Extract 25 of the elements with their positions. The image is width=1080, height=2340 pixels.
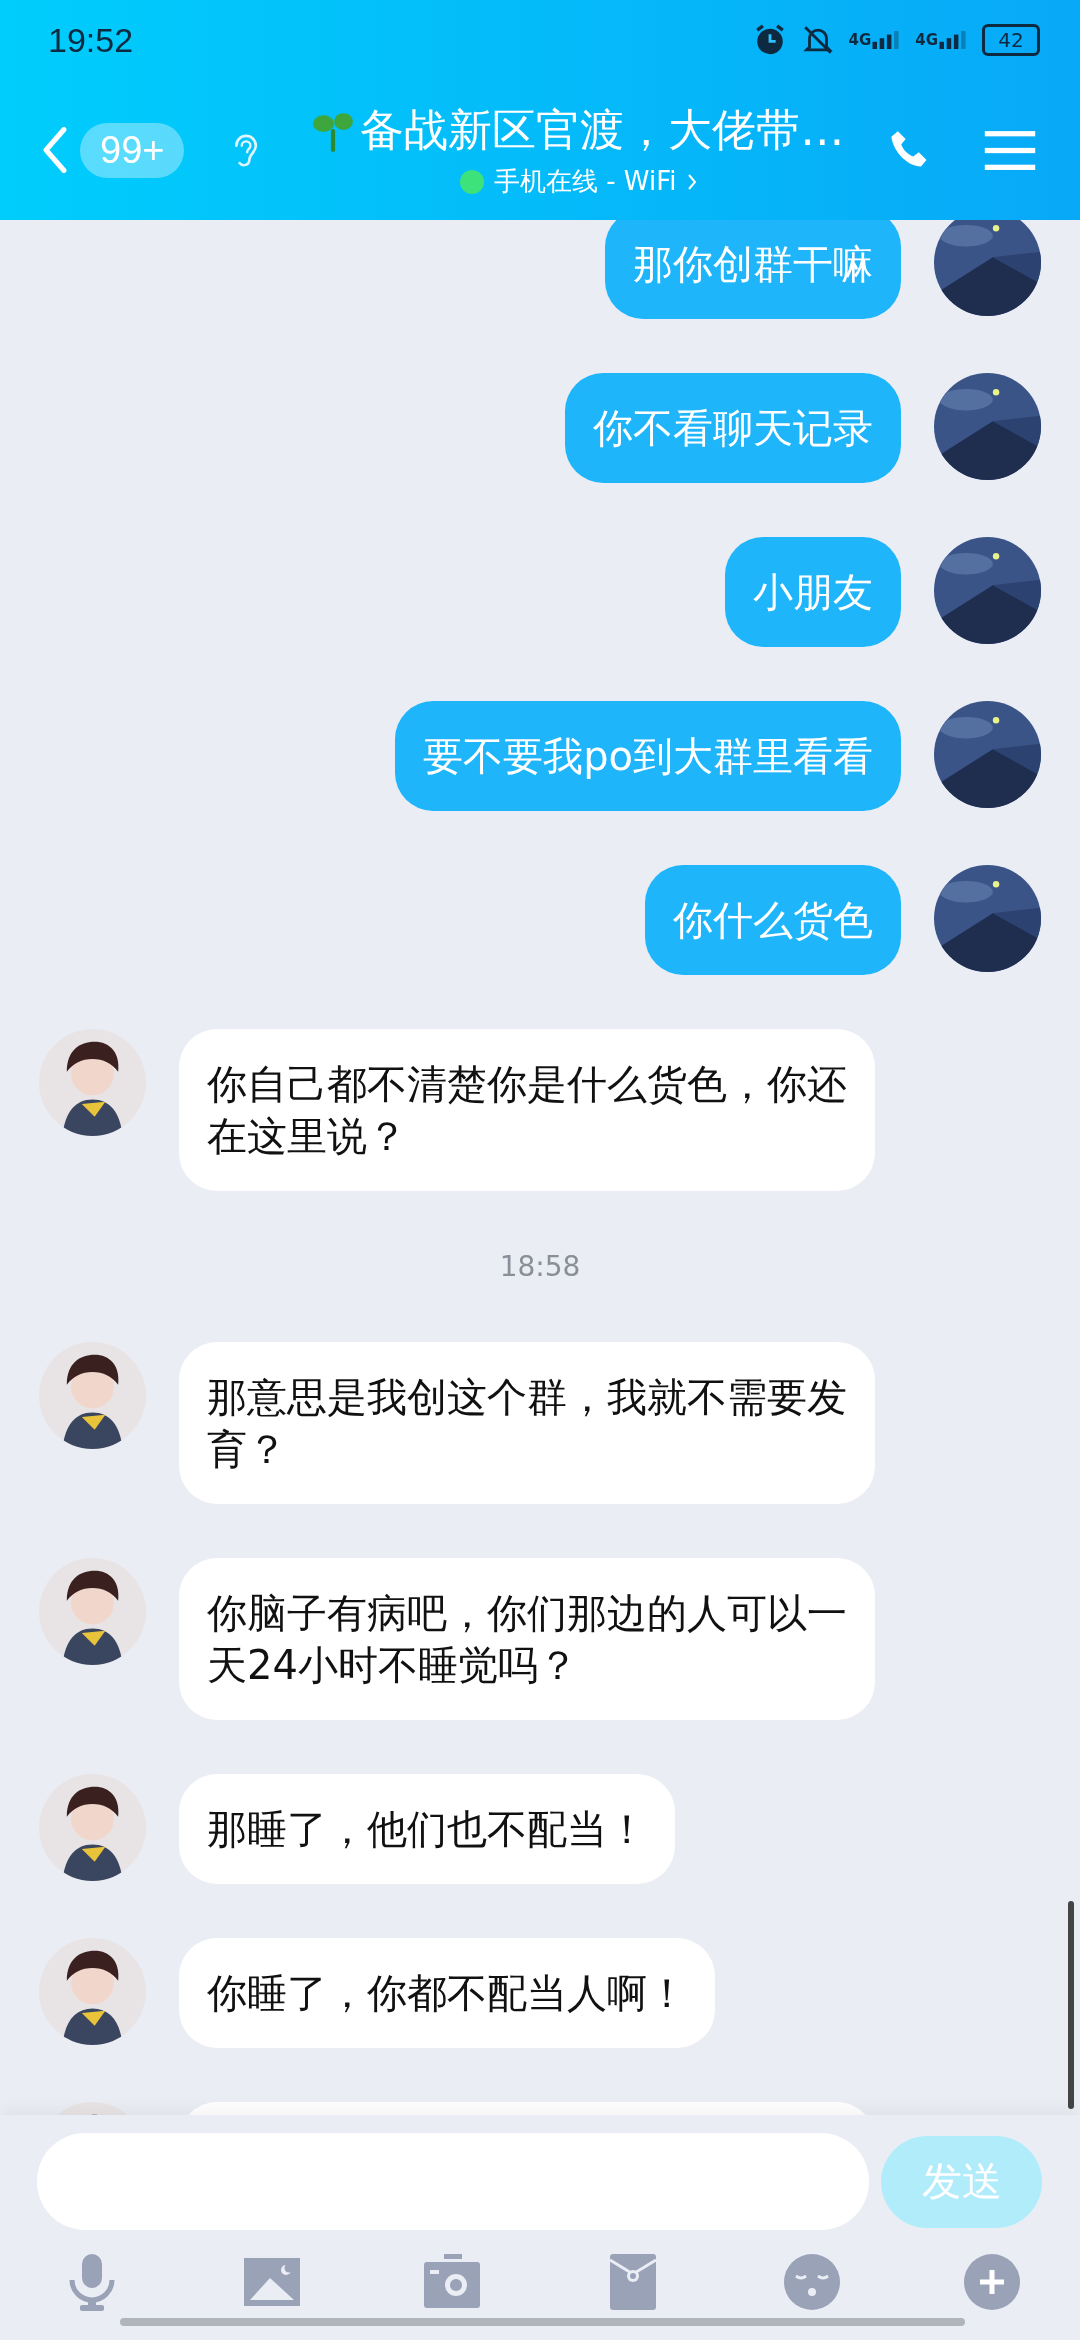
message-bubble: 你什么货色 [645, 865, 901, 975]
status-link[interactable]: 手机在线 - WiFi [459, 164, 697, 199]
back-icon[interactable] [42, 127, 68, 173]
chevron-right-icon [686, 172, 697, 191]
message-bubble: 要不要我po到大群里看看 [395, 701, 901, 811]
unread-badge[interactable]: 99+ [80, 122, 185, 178]
battery-icon: 42 [982, 24, 1040, 56]
network-type: 4G [915, 31, 938, 49]
emoji-icon[interactable] [782, 2252, 842, 2312]
menu-icon[interactable] [984, 129, 1036, 171]
plus-icon[interactable] [962, 2252, 1022, 2312]
message-bubble: 那睡了，他们也不配当！ [179, 1774, 675, 1884]
message-bubble: 那意思是我创这个群，我就不需要发育？ [179, 1342, 875, 1504]
status-time: 19:52 [48, 20, 134, 60]
timestamp: 18:58 [499, 1250, 581, 1283]
message-bubble: 你不看聊天记录 [565, 373, 901, 483]
network-type: 4G [848, 31, 872, 49]
message-bubble: 小朋友 [725, 537, 901, 647]
message-bubble: 你脑子有病吧，你们那边的人可以一天24小时不睡觉吗？ [179, 1558, 875, 1720]
signal-icon [938, 31, 968, 49]
chat-title: 备战新区官渡，大佬带… [360, 103, 845, 157]
signal-icon [871, 31, 902, 49]
message-bubble: 你睡了，你都不配当人啊！ [179, 1938, 715, 2048]
message-bubble: 那你创群干嘛 [605, 220, 901, 319]
message-bubble: 你自己都不清楚你是什么货色，你还在这里说？ [179, 1029, 875, 1191]
